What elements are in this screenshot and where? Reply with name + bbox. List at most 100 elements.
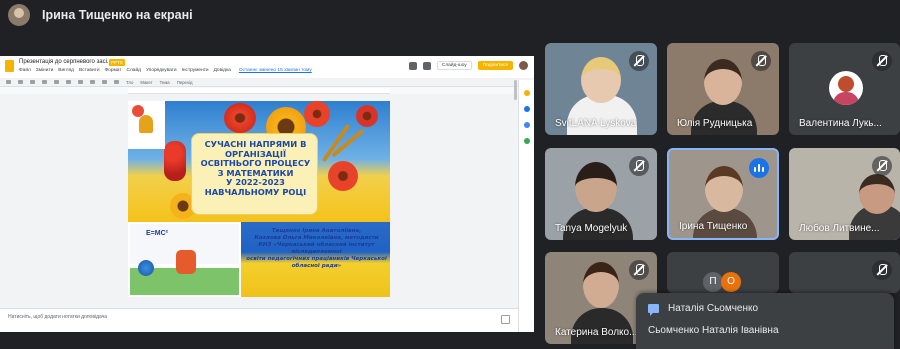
globe-image (138, 260, 154, 276)
maps-icon[interactable] (523, 138, 530, 144)
participant-tile[interactable]: Юлія Рудницька (667, 43, 779, 135)
participant-avatar (829, 71, 863, 105)
slides-header: Презентація до серпневого засі... PPTX Ф… (0, 56, 534, 78)
zoom-icon[interactable] (42, 80, 47, 84)
poppy-flower (328, 161, 358, 191)
participant-name: Любов Литвине... (799, 223, 880, 234)
muted-mic-icon (629, 51, 649, 71)
participant-avatar: О (721, 272, 741, 292)
participant-name: Валентина Лукь... (799, 118, 882, 129)
menu-file[interactable]: Файл (19, 68, 31, 73)
undo-icon[interactable] (6, 80, 11, 84)
menu-tools[interactable]: Інструменти (182, 68, 209, 73)
slide-title-line: НАВЧАЛЬНОМУ РОЦІ (204, 186, 307, 197)
participant-name: Ірина Тищенко (679, 221, 748, 232)
menu-slide[interactable]: Слайд (127, 68, 141, 73)
menu-bar: Файл Змінити Вигляд Вставити Формат Слай… (19, 68, 312, 73)
muted-mic-icon (629, 156, 649, 176)
bell-image (128, 101, 165, 149)
ruler (128, 88, 390, 94)
poppy-flower (224, 103, 256, 133)
participant-tile-active-speaker[interactable]: Ірина Тищенко (667, 148, 779, 240)
toolbar-background[interactable]: Тло (126, 80, 133, 85)
child-image (176, 250, 196, 274)
slide-title: СУЧАСНІ НАПРЯМИ В ОРГАНІЗАЦІЇ ОСВІТНЬОГО… (192, 139, 319, 197)
title-banner: СУЧАСНІ НАПРЯМИ В ОРГАНІЗАЦІЇ ОСВІТНЬОГО… (191, 133, 318, 215)
participant-name: Катерина Волко... (555, 327, 638, 338)
comment-add-icon[interactable] (114, 80, 119, 84)
chat-notification[interactable]: Наталія Сьомченко Сьомченко Наталія Іван… (636, 293, 894, 349)
shape-icon[interactable] (90, 80, 95, 84)
menu-insert[interactable]: Вставити (79, 68, 100, 73)
poppy-flower (304, 101, 330, 127)
comments-icon[interactable] (408, 61, 417, 70)
menu-help[interactable]: Довідка (214, 68, 231, 73)
format-tag: PPTX (109, 59, 125, 66)
muted-mic-icon (629, 260, 649, 280)
slideshow-button[interactable]: Слайд-шоу (436, 61, 472, 70)
muted-mic-icon (872, 51, 892, 71)
vertical-scrollbar[interactable] (514, 80, 517, 100)
print-icon[interactable] (30, 80, 35, 84)
participant-tile[interactable]: П О (667, 252, 779, 293)
presenter-title: Ірина Тищенко на екрані (42, 8, 193, 22)
slides-logo-icon (5, 60, 14, 72)
participant-avatar: П (703, 272, 723, 292)
toolbar-layout[interactable]: Макет (140, 80, 152, 85)
select-icon[interactable] (54, 80, 59, 84)
explore-icon[interactable] (501, 315, 510, 324)
authors-line: післядипломної (291, 249, 342, 255)
participant-tile[interactable]: Tanya Mogelyuk (545, 148, 657, 240)
slides-toolbar: Тло Макет Тема Перехід (0, 78, 534, 87)
muted-mic-icon (751, 51, 771, 71)
muted-mic-icon (872, 156, 892, 176)
authors-line: Тищенко Ірина Анатоліївна, (271, 228, 362, 234)
poppy-flower (356, 105, 378, 127)
authors-line: КНЗ «Черкаський обласний інститут (258, 242, 375, 248)
notification-sender: Наталія Сьомченко (668, 303, 759, 314)
notification-message: Сьомченко Наталія Іванівна (648, 325, 779, 336)
speaking-indicator-icon (749, 158, 769, 178)
speaker-notes[interactable]: Натисніть, щоб додати нотатки доповідача (0, 308, 518, 332)
side-panel (518, 80, 534, 332)
account-avatar[interactable] (519, 61, 528, 70)
chat-icon (648, 304, 659, 316)
menu-edit[interactable]: Змінити (36, 68, 53, 73)
toolbar-transition[interactable]: Перехід (177, 80, 193, 85)
redo-icon[interactable] (18, 80, 23, 84)
participant-tile[interactable] (789, 252, 900, 293)
textbox-icon[interactable] (66, 80, 71, 84)
line-icon[interactable] (102, 80, 107, 84)
participant-name: SvitLANA Lyskova (555, 118, 637, 129)
meet-icon[interactable] (422, 61, 431, 70)
image-icon[interactable] (78, 80, 83, 84)
slide-photo: E=MC² (128, 222, 241, 297)
notes-placeholder[interactable]: Натисніть, щоб додати нотатки доповідача (8, 314, 107, 320)
authors-line: Козлова Ольга Миколаївна, методисти (254, 235, 379, 241)
presenter-avatar (8, 4, 30, 26)
contacts-icon[interactable] (523, 122, 530, 128)
participant-name: Юлія Рудницька (677, 118, 753, 129)
last-edit-link[interactable]: Останнє змінено 15 хвилин тому (239, 68, 312, 73)
participant-tile[interactable]: SvitLANA Lyskova (545, 43, 657, 135)
participant-tile[interactable]: Валентина Лукь... (789, 43, 900, 135)
muted-mic-icon (872, 260, 892, 280)
share-button[interactable]: Поділитися (477, 61, 513, 70)
slide[interactable]: СУЧАСНІ НАПРЯМИ В ОРГАНІЗАЦІЇ ОСВІТНЬОГО… (128, 101, 390, 297)
participant-tile[interactable]: Любов Литвине... (789, 148, 900, 240)
participant-name: Tanya Mogelyuk (555, 223, 628, 234)
presenter-bar: Ірина Тищенко на екрані (0, 0, 900, 30)
authors-line: освіти педагогічних працівників Черкаськ… (246, 256, 387, 262)
menu-arrange[interactable]: Упорядкувати (146, 68, 177, 73)
header-actions: Слайд-шоу Поділитися (408, 61, 528, 70)
menu-view[interactable]: Вигляд (58, 68, 74, 73)
keep-icon[interactable] (523, 90, 530, 96)
slide-authors: Тищенко Ірина Анатоліївна, Козлова Ольга… (245, 228, 388, 270)
tasks-icon[interactable] (523, 106, 530, 112)
viburnum-berries (164, 141, 186, 181)
shared-screen[interactable]: Презентація до серпневого засі... PPTX Ф… (0, 56, 534, 332)
menu-format[interactable]: Формат (105, 68, 122, 73)
authors-line: обласної ради» (291, 263, 342, 269)
document-name[interactable]: Презентація до серпневого засі... (19, 59, 112, 65)
toolbar-theme[interactable]: Тема (160, 80, 170, 85)
